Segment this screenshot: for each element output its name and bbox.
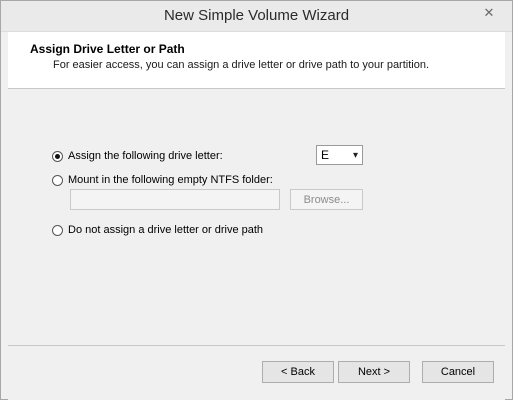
mount-folder-label: Mount in the following empty NTFS folder… <box>68 174 273 186</box>
window-title: New Simple Volume Wizard <box>163 7 350 24</box>
next-button[interactable]: Next > <box>338 361 410 383</box>
wizard-window: New Simple Volume Wizard ✕ Assign Drive … <box>0 0 513 400</box>
page-subtitle: For easier access, you can assign a driv… <box>53 59 430 71</box>
mount-folder-radio[interactable] <box>52 174 63 186</box>
wizard-header: Assign Drive Letter or Path For easier a… <box>8 32 505 89</box>
no-assign-label: Do not assign a drive letter or drive pa… <box>68 224 264 236</box>
title-bar: New Simple Volume Wizard ✕ <box>1 1 512 32</box>
right-frame <box>505 32 512 399</box>
cancel-button[interactable]: Cancel <box>422 361 494 383</box>
assign-letter-option[interactable]: Assign the following drive letter: <box>52 150 223 162</box>
mount-folder-option[interactable]: Mount in the following empty NTFS folder… <box>52 174 273 186</box>
chevron-down-icon: ▾ <box>352 149 358 161</box>
assign-letter-label: Assign the following drive letter: <box>68 150 223 162</box>
page-title: Assign Drive Letter or Path <box>30 42 185 56</box>
no-assign-option[interactable]: Do not assign a drive letter or drive pa… <box>52 224 263 236</box>
close-icon[interactable]: ✕ <box>474 3 504 23</box>
wizard-footer: < Back Next > Cancel <box>8 345 505 400</box>
no-assign-radio[interactable] <box>52 224 63 236</box>
browse-button[interactable]: Browse... <box>290 189 363 210</box>
wizard-content: Assign the following drive letter: E ▾ M… <box>8 89 505 345</box>
assign-letter-radio[interactable] <box>52 150 63 162</box>
back-button[interactable]: < Back <box>262 361 334 383</box>
left-frame <box>1 32 8 399</box>
drive-letter-value: E <box>321 148 330 162</box>
folder-path-input[interactable] <box>70 189 280 210</box>
drive-letter-select[interactable]: E ▾ <box>316 145 363 165</box>
